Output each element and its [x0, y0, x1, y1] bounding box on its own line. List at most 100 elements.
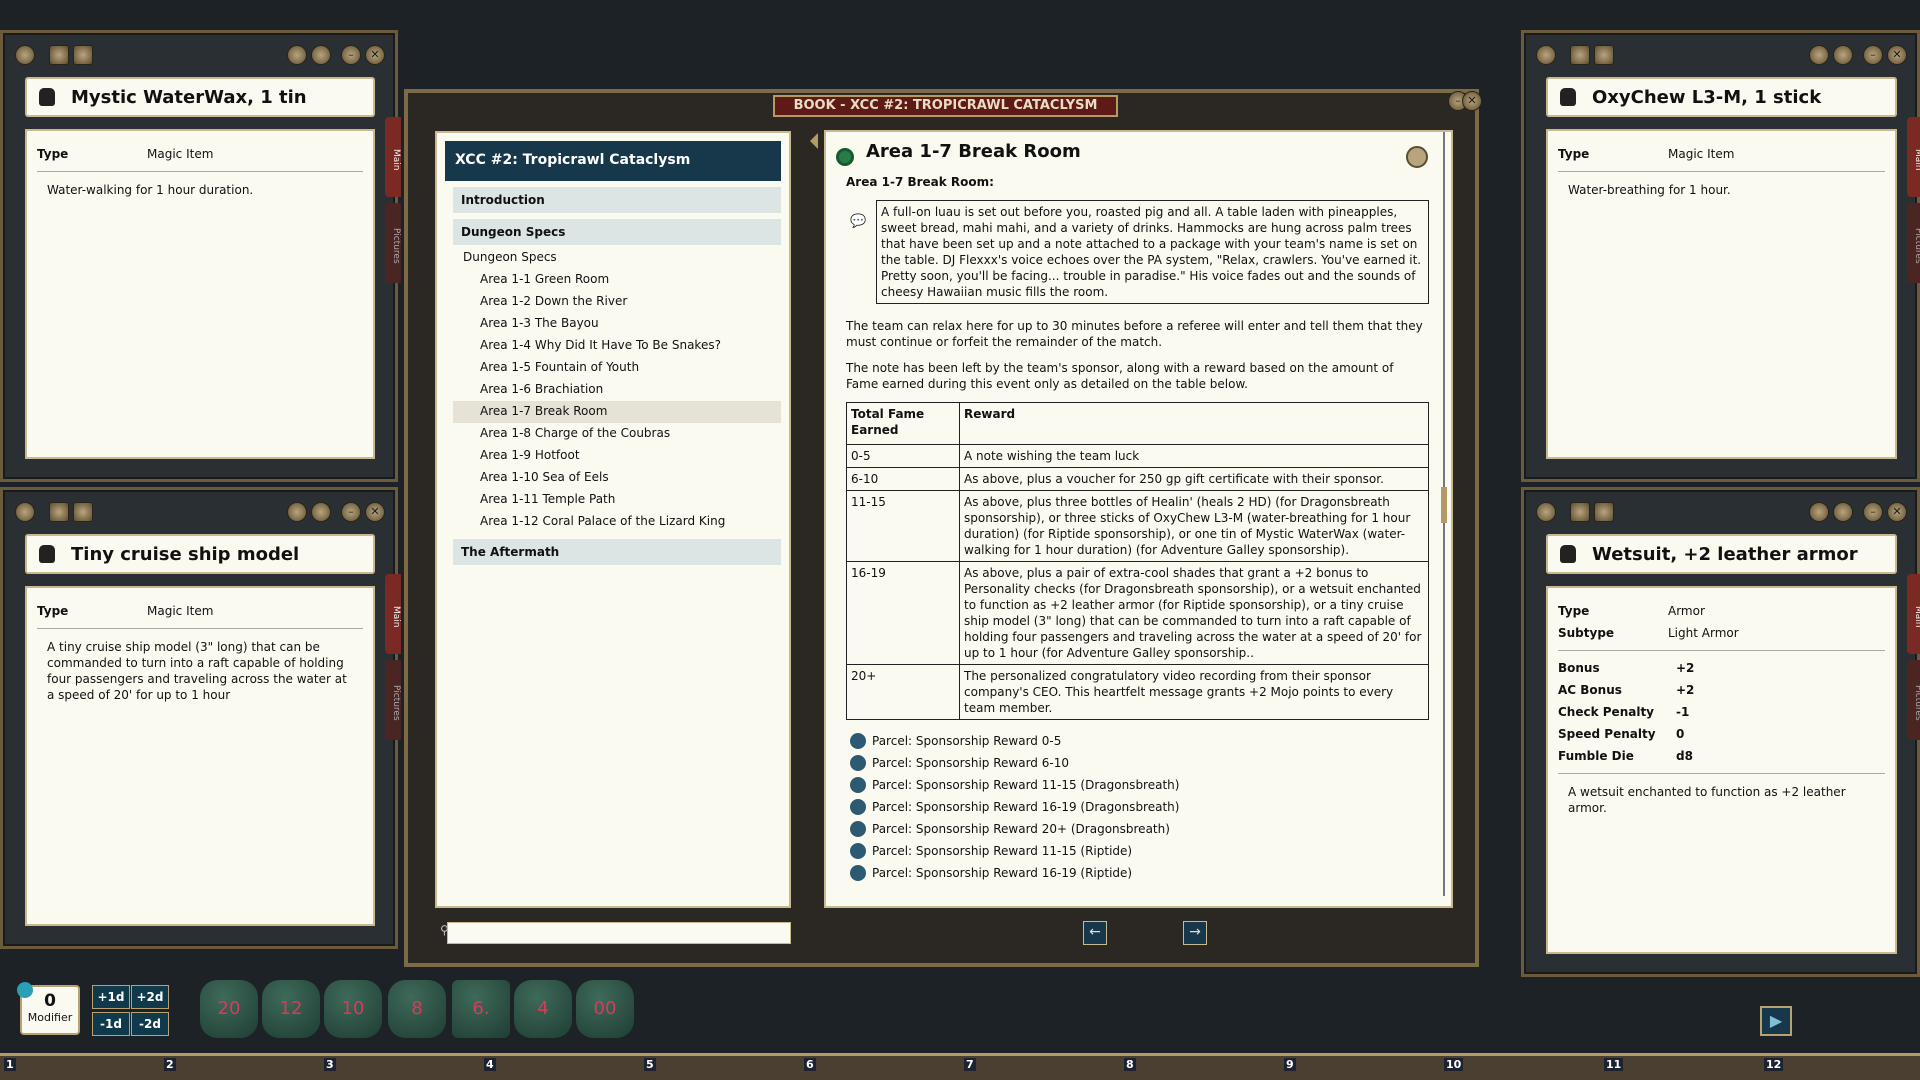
minimize-icon[interactable]: – [341, 502, 361, 522]
link-icon[interactable] [1536, 45, 1556, 65]
copy-icon[interactable] [73, 502, 93, 522]
copy-icon[interactable] [73, 45, 93, 65]
previous-page-button[interactable]: ← [1083, 921, 1107, 945]
lock-icon[interactable] [1809, 45, 1829, 65]
book-icon[interactable] [49, 45, 69, 65]
die-dpercentile[interactable]: 00 [576, 980, 634, 1038]
copy-icon[interactable] [1594, 45, 1614, 65]
tab-pictures[interactable]: Pictures [1907, 660, 1920, 740]
toc-item[interactable]: Area 1-10 Sea of Eels [453, 467, 781, 489]
hotbar-slot[interactable]: 8 [1124, 1058, 1136, 1071]
parcel-link[interactable]: Parcel: Sponsorship Reward 16-19 (Riptid… [846, 862, 1429, 884]
card-title[interactable]: Tiny cruise ship model [25, 534, 375, 574]
parcel-link[interactable]: Parcel: Sponsorship Reward 0-5 [846, 730, 1429, 752]
hotbar-slot[interactable]: 7 [964, 1058, 976, 1071]
lock-icon[interactable] [287, 45, 307, 65]
die-d20[interactable]: 20 [200, 980, 258, 1038]
tab-pictures[interactable]: Pictures [1907, 203, 1920, 283]
toc-item[interactable]: Area 1-3 The Bayou [453, 313, 781, 335]
tab-main[interactable]: Main [1907, 117, 1920, 197]
parcel-link[interactable]: Parcel: Sponsorship Reward 16-19 (Dragon… [846, 796, 1429, 818]
lock-icon[interactable] [287, 502, 307, 522]
tab-pictures[interactable]: Pictures [385, 660, 401, 740]
toc-section-aftermath[interactable]: The Aftermath [453, 539, 781, 565]
toc-item[interactable]: Area 1-1 Green Room [453, 269, 781, 291]
link-icon[interactable] [15, 45, 35, 65]
hotbar-slot[interactable]: 12 [1764, 1058, 1783, 1071]
parcel-link[interactable]: Parcel: Sponsorship Reward 6-10 [846, 752, 1429, 774]
share-icon[interactable] [1833, 502, 1853, 522]
close-icon[interactable]: ✕ [365, 502, 385, 522]
play-button[interactable]: ▶ [1760, 1006, 1792, 1036]
close-icon[interactable]: ✕ [1462, 91, 1482, 111]
copy-icon[interactable] [1406, 146, 1428, 168]
toc-item[interactable]: Area 1-2 Down the River [453, 291, 781, 313]
minimize-icon[interactable]: – [341, 45, 361, 65]
minimize-icon[interactable]: – [1863, 45, 1883, 65]
toc-item[interactable]: Area 1-7 Break Room [453, 401, 781, 423]
card-titlebar[interactable]: – ✕ [1524, 33, 1917, 77]
scrollbar-thumb[interactable] [1441, 487, 1447, 523]
toc-item[interactable]: Dungeon Specs [453, 247, 781, 269]
hotbar-slot[interactable]: 6 [804, 1058, 816, 1071]
tab-main[interactable]: Main [385, 574, 401, 654]
card-title[interactable]: Mystic WaterWax, 1 tin [25, 77, 375, 117]
minus-1d-button[interactable]: -1d [92, 1012, 130, 1036]
toc-item[interactable]: Area 1-8 Charge of the Coubras [453, 423, 781, 445]
share-icon[interactable] [1833, 45, 1853, 65]
die-d8[interactable]: 8 [388, 980, 446, 1038]
parcel-link[interactable]: Parcel: Sponsorship Reward 20+ (Dragonsb… [846, 818, 1429, 840]
die-d10[interactable]: 10 [324, 980, 382, 1038]
minimize-icon[interactable]: – [1863, 502, 1883, 522]
toc-section-dungeon-specs[interactable]: Dungeon Specs [453, 219, 781, 245]
parcel-link[interactable]: Parcel: Sponsorship Reward 11-15 (Riptid… [846, 840, 1429, 862]
hotbar-slot[interactable]: 3 [324, 1058, 336, 1071]
hotbar-slot[interactable]: 9 [1284, 1058, 1296, 1071]
book-icon[interactable] [49, 502, 69, 522]
tab-pictures[interactable]: Pictures [385, 203, 401, 283]
add-1d-button[interactable]: +1d [92, 985, 130, 1009]
minus-2d-button[interactable]: -2d [131, 1012, 169, 1036]
card-title[interactable]: OxyChew L3-M, 1 stick [1546, 77, 1897, 117]
toc-section-introduction[interactable]: Introduction [453, 187, 781, 213]
collapse-toc-icon[interactable] [802, 133, 818, 149]
hotbar-slot[interactable]: 5 [644, 1058, 656, 1071]
lock-icon[interactable] [1809, 502, 1829, 522]
toc-item[interactable]: Area 1-5 Fountain of Youth [453, 357, 781, 379]
card-title[interactable]: Wetsuit, +2 leather armor [1546, 534, 1897, 574]
hotbar-slot[interactable]: 11 [1604, 1058, 1623, 1071]
hotbar-slot[interactable]: 2 [164, 1058, 176, 1071]
card-titlebar[interactable]: – ✕ [1524, 490, 1917, 534]
book-icon[interactable] [1570, 502, 1590, 522]
share-icon[interactable] [311, 45, 331, 65]
toc-item[interactable]: Area 1-6 Brachiation [453, 379, 781, 401]
die-d12[interactable]: 12 [262, 980, 320, 1038]
toc-item[interactable]: Area 1-4 Why Did It Have To Be Snakes? [453, 335, 781, 357]
book-icon[interactable] [1570, 45, 1590, 65]
tab-main[interactable]: Main [1907, 574, 1920, 654]
toc-item[interactable]: Area 1-9 Hotfoot [453, 445, 781, 467]
card-titlebar[interactable]: – ✕ [3, 33, 395, 77]
tab-main[interactable]: Main [385, 117, 401, 197]
share-icon[interactable] [311, 502, 331, 522]
modifier-settings-icon[interactable] [17, 982, 33, 998]
add-2d-button[interactable]: +2d [131, 985, 169, 1009]
toc-item[interactable]: Area 1-12 Coral Palace of the Lizard Kin… [453, 511, 781, 533]
hotbar-slot[interactable]: 4 [484, 1058, 496, 1071]
toc-item[interactable]: Area 1-11 Temple Path [453, 489, 781, 511]
hotbar-slot[interactable]: 10 [1444, 1058, 1463, 1071]
link-icon[interactable] [15, 502, 35, 522]
die-d4[interactable]: 4 [514, 980, 572, 1038]
close-icon[interactable]: ✕ [1887, 45, 1907, 65]
link-icon[interactable] [1536, 502, 1556, 522]
close-icon[interactable]: ✕ [365, 45, 385, 65]
next-page-button[interactable]: → [1183, 921, 1207, 945]
close-icon[interactable]: ✕ [1887, 502, 1907, 522]
hotbar-slot[interactable]: 1 [4, 1058, 16, 1071]
copy-icon[interactable] [1594, 502, 1614, 522]
card-titlebar[interactable]: – ✕ [3, 490, 395, 534]
page-status-icon[interactable] [836, 148, 854, 166]
search-input[interactable] [447, 922, 791, 944]
parcel-link[interactable]: Parcel: Sponsorship Reward 11-15 (Dragon… [846, 774, 1429, 796]
die-d6[interactable]: 6. [452, 980, 510, 1038]
